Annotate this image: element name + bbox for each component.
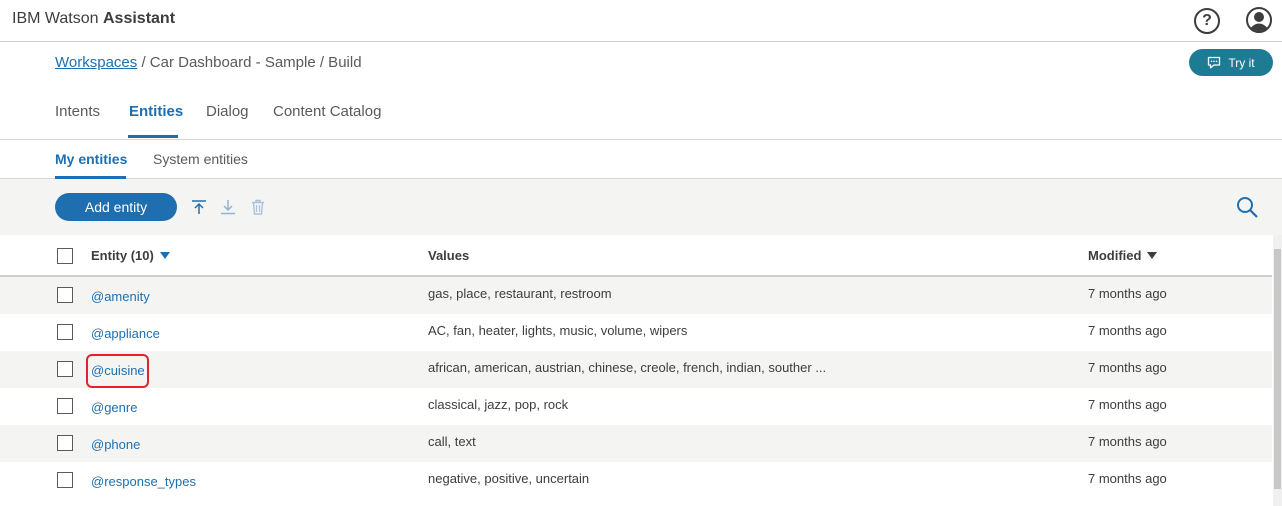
- sort-down-icon: [159, 252, 170, 259]
- breadcrumb: Workspaces / Car Dashboard - Sample / Bu…: [55, 54, 362, 71]
- sort-down-icon: [1147, 252, 1158, 259]
- entity-subtabs: My entities System entities: [0, 140, 1282, 179]
- row-checkbox[interactable]: [57, 361, 73, 377]
- download-icon[interactable]: [220, 199, 236, 215]
- table-row[interactable]: @phone call, text 7 months ago: [0, 425, 1272, 462]
- tab-intents[interactable]: Intents: [55, 103, 100, 120]
- trash-icon[interactable]: [250, 199, 266, 215]
- entity-modified: 7 months ago: [1088, 286, 1167, 301]
- main-tabs: Intents Entities Dialog Content Catalog: [0, 90, 1282, 140]
- table-row[interactable]: @amenity gas, place, restaurant, restroo…: [0, 277, 1272, 314]
- row-checkbox[interactable]: [57, 472, 73, 488]
- modified-column-header[interactable]: Modified: [1088, 248, 1158, 263]
- brand-strong: Assistant: [103, 10, 176, 27]
- top-bar: IBM Watson Assistant ?: [0, 0, 1282, 42]
- scrollbar-thumb[interactable]: [1274, 249, 1281, 489]
- tab-content-catalog[interactable]: Content Catalog: [273, 103, 381, 120]
- entity-name-link[interactable]: @cuisine: [91, 363, 145, 378]
- entity-name-link[interactable]: @phone: [91, 437, 140, 452]
- entity-values: classical, jazz, pop, rock: [428, 397, 569, 412]
- entity-values: call, text: [428, 434, 476, 449]
- table-row[interactable]: @response_types negative, positive, unce…: [0, 462, 1272, 499]
- help-icon[interactable]: ?: [1194, 8, 1220, 34]
- table-row[interactable]: @cuisine african, american, austrian, ch…: [0, 351, 1272, 388]
- breadcrumb-path: / Car Dashboard - Sample / Build: [141, 54, 362, 71]
- search-icon[interactable]: [1236, 196, 1258, 218]
- row-checkbox[interactable]: [57, 398, 73, 414]
- entity-header-label: Entity (10): [91, 248, 154, 263]
- values-column-header: Values: [428, 248, 470, 263]
- row-checkbox[interactable]: [57, 324, 73, 340]
- entities-table: Entity (10) Values Modified @amenity gas…: [0, 235, 1272, 499]
- user-avatar-icon[interactable]: [1246, 7, 1272, 33]
- row-checkbox[interactable]: [57, 287, 73, 303]
- upload-icon[interactable]: [191, 199, 207, 215]
- entity-modified: 7 months ago: [1088, 360, 1167, 375]
- entity-column-header[interactable]: Entity (10): [91, 248, 170, 263]
- entity-name-link[interactable]: @appliance: [91, 326, 160, 341]
- entity-values: african, american, austrian, chinese, cr…: [428, 360, 827, 375]
- entity-modified: 7 months ago: [1088, 471, 1167, 486]
- breadcrumb-workspaces-link[interactable]: Workspaces: [55, 54, 137, 71]
- entities-toolbar: Add entity: [0, 179, 1282, 235]
- brand-prefix: IBM Watson: [12, 10, 99, 27]
- table-scrollbar[interactable]: [1273, 235, 1282, 506]
- entity-values: gas, place, restaurant, restroom: [428, 286, 612, 301]
- app-title: IBM Watson Assistant: [12, 10, 175, 28]
- entity-name-link[interactable]: @amenity: [91, 289, 150, 304]
- table-header: Entity (10) Values Modified: [0, 235, 1272, 277]
- select-all-checkbox[interactable]: [57, 248, 73, 264]
- try-it-button[interactable]: Try it: [1189, 49, 1273, 76]
- row-checkbox[interactable]: [57, 435, 73, 451]
- entity-values: AC, fan, heater, lights, music, volume, …: [428, 323, 688, 338]
- subtab-my-entities[interactable]: My entities: [55, 151, 127, 167]
- active-tab-indicator: [128, 135, 178, 138]
- entity-name-link[interactable]: @response_types: [91, 474, 196, 489]
- modified-header-label: Modified: [1088, 248, 1142, 263]
- entity-values: negative, positive, uncertain: [428, 471, 590, 486]
- entity-modified: 7 months ago: [1088, 434, 1167, 449]
- tab-entities[interactable]: Entities: [129, 103, 183, 120]
- entity-modified: 7 months ago: [1088, 323, 1167, 338]
- subtab-system-entities[interactable]: System entities: [153, 151, 248, 167]
- entity-modified: 7 months ago: [1088, 397, 1167, 412]
- entity-name-link[interactable]: @genre: [91, 400, 137, 415]
- add-entity-button[interactable]: Add entity: [55, 193, 177, 221]
- try-it-label: Try it: [1228, 55, 1255, 70]
- table-row[interactable]: @appliance AC, fan, heater, lights, musi…: [0, 314, 1272, 351]
- chat-bubble-icon: [1208, 56, 1221, 69]
- tab-dialog[interactable]: Dialog: [206, 103, 249, 120]
- table-row[interactable]: @genre classical, jazz, pop, rock 7 mont…: [0, 388, 1272, 425]
